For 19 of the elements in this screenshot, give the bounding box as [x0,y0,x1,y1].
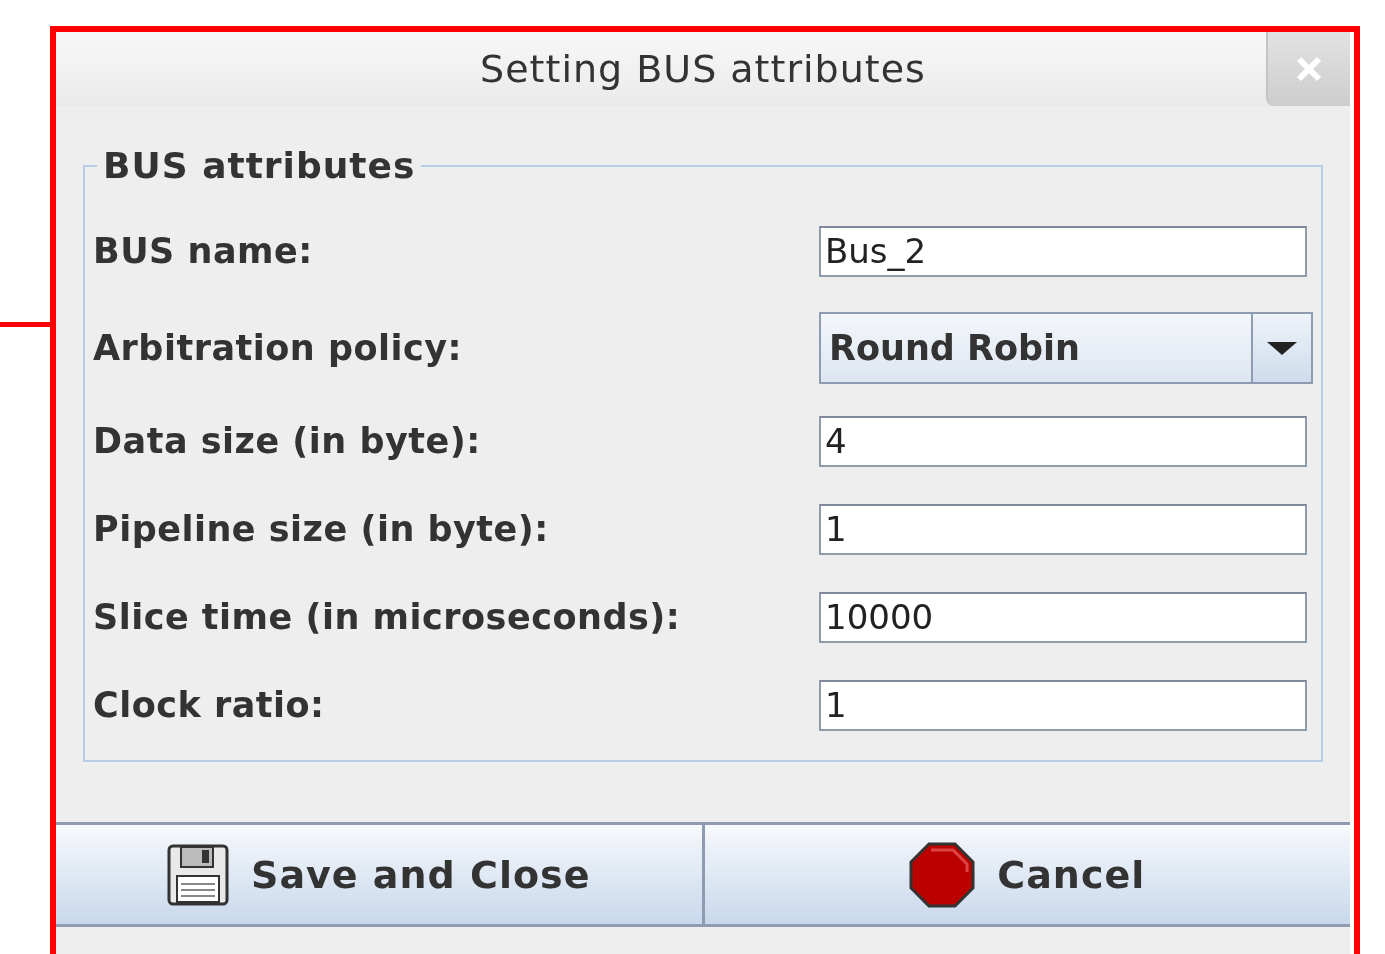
text-field[interactable]: 1 [819,679,1307,731]
window-title: Setting BUS attributes [480,47,926,91]
text-field[interactable]: 4 [819,415,1307,467]
field-label: Clock ratio: [93,685,326,725]
close-button[interactable] [1266,32,1350,106]
text-field[interactable]: 10000 [819,591,1307,643]
stop-icon [909,841,976,908]
text-field[interactable]: Bus_2 [819,225,1307,277]
field-label: Arbitration policy: [93,328,464,368]
save-button[interactable]: Save and Close [56,822,702,927]
field-label: BUS name: [93,231,314,271]
close-icon [1296,56,1322,82]
field-label: Pipeline size (in byte): [93,509,550,549]
field-label: Data size (in byte): [93,421,482,461]
field-label: Slice time (in microseconds): [93,597,682,637]
caret-icon [1267,340,1297,356]
cancel-button[interactable]: Cancel [704,822,1350,927]
text-field[interactable]: 1 [819,503,1307,555]
dropdown[interactable]: Round Robin [819,312,1313,384]
